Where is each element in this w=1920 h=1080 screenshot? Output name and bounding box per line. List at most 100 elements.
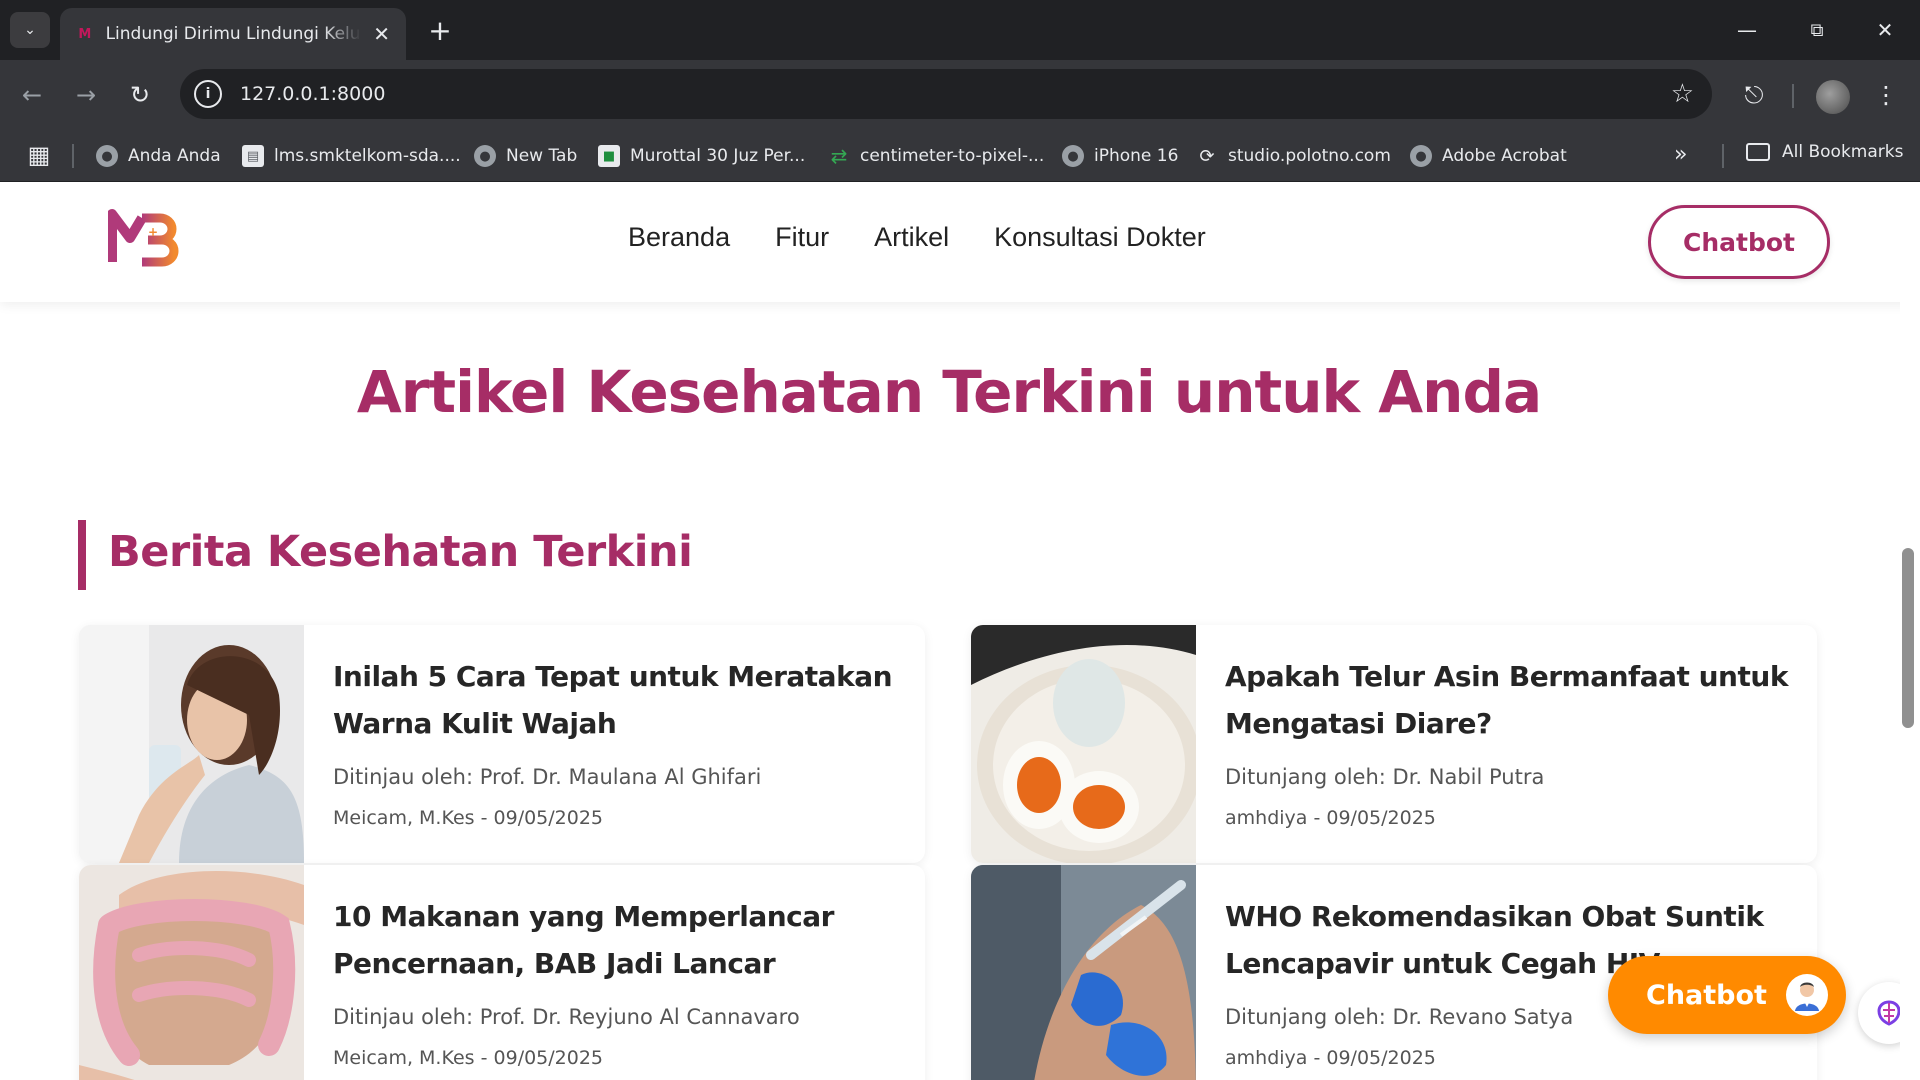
reload-icon[interactable]: ↻	[122, 77, 158, 113]
bookmark-label: Anda Anda	[128, 146, 221, 166]
plus-icon[interactable]: +	[422, 12, 458, 48]
meta-separator: -	[1307, 807, 1327, 829]
bookmarks-bar: ▦ ● Anda Anda ▤ lms.smktelkom-sda.... ● …	[0, 130, 1920, 182]
bookmark-label: lms.smktelkom-sda....	[274, 146, 461, 166]
convert-arrows-icon: ⇄	[830, 144, 848, 168]
meta-separator: -	[474, 1047, 494, 1069]
bookmark-label: Murottal 30 Juz Per...	[630, 146, 806, 166]
polotno-icon: ⟳	[1199, 145, 1215, 167]
info-icon[interactable]: i	[194, 80, 222, 108]
globe-icon: ●	[96, 145, 118, 167]
article-reviewer: Ditinjau oleh: Prof. Dr. Reyjuno Al Cann…	[333, 1005, 800, 1029]
folder-icon	[1746, 143, 1770, 161]
svg-text:+: +	[148, 225, 158, 239]
bookmark-item[interactable]: ● Adobe Acrobat	[1410, 142, 1567, 170]
article-card[interactable]: Apakah Telur Asin Bermanfaat untuk Menga…	[971, 625, 1817, 863]
nav-beranda[interactable]: Beranda	[628, 222, 730, 253]
globe-icon: ●	[1062, 145, 1084, 167]
article-date: 09/05/2025	[493, 807, 604, 829]
globe-icon: ●	[1410, 145, 1432, 167]
nav-artikel[interactable]: Artikel	[874, 222, 949, 253]
bookmark-item[interactable]: ⇄ centimeter-to-pixel-...	[828, 142, 1045, 170]
page-title: Artikel Kesehatan Terkini untuk Anda	[356, 358, 1542, 426]
all-bookmarks-button[interactable]: All Bookmarks	[1746, 142, 1903, 162]
section-accent-bar	[78, 520, 86, 590]
meta-separator: -	[474, 807, 494, 829]
bookmark-item[interactable]: ▤ lms.smktelkom-sda....	[242, 142, 461, 170]
minimize-icon[interactable]: —	[1724, 12, 1770, 48]
article-meta: amhdiya - 09/05/2025	[1225, 1047, 1436, 1069]
article-image-injection	[971, 865, 1196, 1080]
back-icon[interactable]: ←	[14, 77, 50, 113]
page-viewport: + Beranda Fitur Artikel Konsultasi Dokte…	[0, 182, 1920, 1080]
main-nav: Beranda Fitur Artikel Konsultasi Dokter	[628, 222, 1206, 253]
article-author: amhdiya	[1225, 807, 1308, 829]
article-author: amhdiya	[1225, 1047, 1308, 1069]
floating-chatbot-button[interactable]: Chatbot	[1608, 956, 1846, 1034]
extensions-icon[interactable]: ⎋	[1736, 77, 1772, 113]
tab-search-icon[interactable]: ⌄	[10, 12, 50, 48]
article-author: Meicam, M.Kes	[333, 1047, 475, 1069]
restore-icon[interactable]: ⧉	[1794, 12, 1840, 48]
profile-avatar[interactable]	[1816, 80, 1850, 114]
site-logo[interactable]: +	[108, 200, 180, 272]
article-card[interactable]: 10 Makanan yang Memperlancar Pencernaan,…	[79, 865, 925, 1080]
nav-konsultasi-dokter[interactable]: Konsultasi Dokter	[994, 222, 1206, 253]
bookmarks-divider	[72, 144, 74, 168]
close-icon[interactable]: ✕	[373, 22, 390, 46]
article-meta: amhdiya - 09/05/2025	[1225, 807, 1436, 829]
article-card[interactable]: Inilah 5 Cara Tepat untuk Meratakan Warn…	[79, 625, 925, 863]
all-bookmarks-label: All Bookmarks	[1782, 142, 1904, 162]
bookmark-label: studio.polotno.com	[1228, 146, 1391, 166]
article-date: 09/05/2025	[1326, 1047, 1436, 1069]
bookmark-item[interactable]: ● New Tab	[474, 142, 577, 170]
site-header: + Beranda Fitur Artikel Konsultasi Dokte…	[0, 182, 1920, 302]
scrollbar-thumb[interactable]	[1902, 548, 1914, 728]
article-image-woman-drinking	[79, 625, 304, 863]
bookmark-item[interactable]: ⟳ studio.polotno.com	[1196, 142, 1391, 170]
menu-icon[interactable]: ⋮	[1868, 77, 1904, 113]
document-icon: ▤	[242, 145, 264, 167]
window-close-icon[interactable]: ✕	[1862, 12, 1908, 48]
url-text[interactable]: 127.0.0.1:8000	[240, 83, 385, 105]
article-meta: Meicam, M.Kes - 09/05/2025	[333, 1047, 603, 1069]
bookmark-label: New Tab	[506, 146, 578, 166]
browser-toolbar: ← → ↻ i 127.0.0.1:8000 ☆ ⎋ ⋮	[0, 60, 1920, 130]
article-image-salted-eggs	[971, 625, 1196, 863]
globe-icon: ●	[474, 145, 496, 167]
header-chatbot-button[interactable]: Chatbot	[1648, 205, 1830, 279]
bookmark-label: iPhone 16	[1094, 146, 1179, 166]
article-meta: Meicam, M.Kes - 09/05/2025	[333, 807, 603, 829]
bookmark-item[interactable]: ● iPhone 16	[1062, 142, 1178, 170]
article-date: 09/05/2025	[1326, 807, 1436, 829]
article-image-intestine	[79, 865, 304, 1080]
chevron-double-right-icon[interactable]: »	[1674, 142, 1687, 167]
bookmark-item[interactable]: ■ Murottal 30 Juz Per...	[598, 142, 805, 170]
bookmarks-divider	[1722, 144, 1724, 168]
article-author: Meicam, M.Kes	[333, 807, 475, 829]
active-tab[interactable]: M Lindungi Dirimu Lindungi Keluarga ✕	[60, 8, 406, 60]
article-reviewer: Ditinjau oleh: Prof. Dr. Maulana Al Ghif…	[333, 765, 762, 789]
address-bar[interactable]: i 127.0.0.1:8000 ☆	[180, 69, 1712, 119]
forward-icon[interactable]: →	[68, 77, 104, 113]
star-icon[interactable]: ☆	[1671, 79, 1694, 109]
article-title[interactable]: Inilah 5 Cara Tepat untuk Meratakan Warn…	[333, 653, 903, 747]
browser-tab-strip: ⌄ M Lindungi Dirimu Lindungi Keluarga ✕ …	[0, 0, 1920, 60]
tab-title: Lindungi Dirimu Lindungi Keluarga	[105, 24, 362, 44]
favicon-mb-icon: M	[78, 26, 92, 42]
article-reviewer: Ditunjang oleh: Dr. Nabil Putra	[1225, 765, 1545, 789]
article-title[interactable]: Apakah Telur Asin Bermanfaat untuk Menga…	[1225, 653, 1795, 747]
article-date: 09/05/2025	[493, 1047, 604, 1069]
section-title: Berita Kesehatan Terkini	[108, 527, 693, 577]
apps-grid-icon[interactable]: ▦	[26, 140, 52, 170]
murottal-icon: ■	[598, 145, 620, 167]
bookmark-label: centimeter-to-pixel-...	[860, 146, 1045, 166]
doctor-avatar-icon	[1786, 974, 1828, 1016]
meta-separator: -	[1307, 1047, 1327, 1069]
toolbar-divider	[1792, 84, 1794, 108]
article-title[interactable]: 10 Makanan yang Memperlancar Pencernaan,…	[333, 893, 903, 987]
bookmark-item[interactable]: ● Anda Anda	[96, 142, 221, 170]
bookmark-label: Adobe Acrobat	[1442, 146, 1567, 166]
floating-chatbot-label: Chatbot	[1646, 979, 1767, 1011]
nav-fitur[interactable]: Fitur	[775, 222, 829, 253]
